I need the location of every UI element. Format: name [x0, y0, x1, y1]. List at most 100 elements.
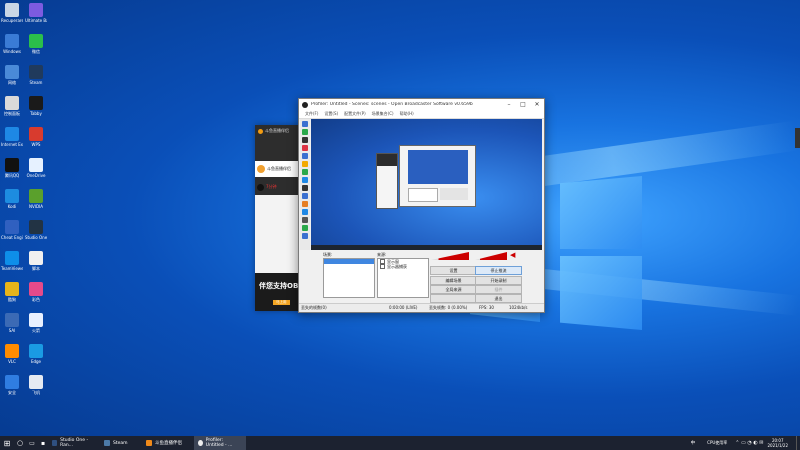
search-icon[interactable]: ○ [14, 439, 26, 447]
color-icon [29, 282, 43, 296]
tool-icon[interactable] [302, 209, 308, 215]
desktop-shortcut[interactable]: Tabby [25, 96, 47, 122]
desktop-shortcut-label: Ultimate Ball [25, 18, 47, 23]
tool-icon[interactable] [302, 169, 308, 175]
exit-button[interactable]: 退出 [475, 294, 522, 303]
show-desktop-button[interactable] [796, 436, 800, 450]
desktop-shortcut[interactable]: 网络 [1, 65, 23, 91]
desktop-shortcut[interactable]: Windows [1, 34, 23, 60]
helper-title: 斗鱼直播伴侣 [265, 128, 289, 133]
plugins-button-2[interactable] [430, 294, 477, 303]
logo-pane-br [560, 256, 642, 330]
desktop-shortcut[interactable]: NVIDIA [25, 189, 47, 215]
clock[interactable]: 20:07 2021/1/22 [767, 438, 788, 448]
banner-button[interactable]: 马上用 [273, 300, 290, 305]
scene-item-selected[interactable] [324, 259, 374, 264]
desktop-shortcut[interactable]: Cheat Engine [1, 220, 23, 246]
start-button[interactable]: ⊞ [0, 436, 14, 450]
desktop-shortcut[interactable]: Edge [25, 344, 47, 370]
preview-taskbar [311, 245, 542, 250]
tool-icon[interactable] [302, 193, 308, 199]
start-record-button[interactable]: 开始录制 [475, 276, 522, 285]
stop-stream-button[interactable]: 停止推流 [475, 266, 522, 275]
menu-help[interactable]: 帮助(H) [400, 111, 414, 117]
menu-settings[interactable]: 设置(S) [324, 111, 338, 117]
sources-list[interactable]: 显示窗 显示器捕获 [377, 258, 429, 298]
desktop-shortcut-label: Windows [3, 49, 21, 54]
desktop-shortcut[interactable]: TeamViewer [1, 251, 23, 277]
tool-icon[interactable] [302, 201, 308, 207]
tool-icon[interactable] [302, 185, 308, 191]
taskbar-app-obs[interactable]: Profiler: Untitled - ... [194, 436, 246, 450]
speaker-icon[interactable]: ◀ [510, 252, 517, 259]
maximize-icon[interactable]: □ [516, 101, 530, 108]
checkbox-icon[interactable] [380, 264, 385, 269]
ie-icon [5, 127, 19, 141]
scenes-list[interactable] [323, 258, 375, 298]
taskbar-app-helper[interactable]: 斗鱼直播伴侣 [142, 436, 194, 450]
source-item[interactable]: 显示器捕获 [378, 264, 428, 269]
tool-icon[interactable] [302, 121, 308, 127]
edge-widget[interactable] [795, 128, 800, 148]
desktop-shortcut[interactable]: Steam [25, 65, 47, 91]
tool-icon[interactable] [302, 137, 308, 143]
close-icon[interactable]: ✕ [530, 101, 544, 108]
taskbar-app-steam[interactable]: Steam [100, 436, 142, 450]
desktop-shortcut[interactable]: Internet Explorer [1, 127, 23, 153]
menu-scene-collection[interactable]: 场景集合(C) [372, 111, 394, 117]
cone-icon [5, 344, 19, 358]
status-time: 0:00:00 (LIVE) [389, 305, 418, 310]
script-icon [29, 251, 43, 265]
desktop-shortcut[interactable]: Ultimate Ball [25, 3, 47, 29]
mic-volume-meter[interactable] [431, 252, 469, 260]
tray-icons[interactable]: ⌃ ▭ ◔ ◐ ✉ [735, 440, 763, 446]
desktop-shortcut[interactable]: WPS [25, 127, 47, 153]
edit-scene-button[interactable]: 编辑场景 [430, 276, 477, 285]
tool-icon[interactable] [302, 129, 308, 135]
folder-icon[interactable]: ▪ [38, 440, 48, 447]
tool-icon[interactable] [302, 217, 308, 223]
desktop-shortcut[interactable]: SAI [1, 313, 23, 339]
desktop-shortcut[interactable]: 脚本 [25, 251, 47, 277]
desktop-shortcut[interactable]: 控制面板 [1, 96, 23, 122]
desktop-shortcut-label: 腾讯QQ [4, 173, 20, 178]
desktop-shortcut[interactable]: Kodi [1, 189, 23, 215]
menu-profile[interactable]: 配置文件(P) [344, 111, 366, 117]
desktop-shortcut[interactable]: Studio One [25, 220, 47, 246]
obs-window[interactable]: Profiler: Untitled - Scenes: scenes - Op… [298, 98, 545, 313]
tool-icon[interactable] [302, 225, 308, 231]
desktop-shortcut-label: 微信 [32, 49, 40, 54]
plugins-button[interactable]: 插件 [475, 285, 522, 294]
desktop-shortcut[interactable]: 微信 [25, 34, 47, 60]
taskbar-app-studio[interactable]: Studio One - Ran... [48, 436, 100, 450]
desktop-shortcut-label: Tabby [30, 111, 42, 116]
desktop-shortcut-label: NVIDIA [29, 204, 43, 209]
desktop-shortcut-label: Studio One [25, 235, 47, 240]
task-view-icon[interactable]: ▭ [26, 440, 38, 447]
tool-icon[interactable] [302, 233, 308, 239]
desktop-shortcut[interactable]: 飞机 [25, 375, 47, 401]
minimize-icon[interactable]: – [502, 101, 516, 108]
language-indicator[interactable]: 中 [691, 440, 696, 446]
global-sources-button[interactable]: 全局来源 [430, 285, 477, 294]
desktop-shortcut[interactable]: 腾讯QQ [1, 158, 23, 184]
stream-preview[interactable] [311, 119, 542, 250]
tool-icon[interactable] [302, 177, 308, 183]
settings-button[interactable]: 设置 [430, 266, 477, 275]
tool-icon[interactable] [302, 161, 308, 167]
title-bar[interactable]: Profiler: Untitled - Scenes: scenes - Op… [299, 99, 544, 110]
desktop-shortcut[interactable]: Recuperare [1, 3, 23, 29]
status-bar: 丢失的帧数(0) 0:00:00 (LIVE) 丢失帧数: 0 (0.00%) … [299, 303, 544, 312]
obs-icon [198, 440, 203, 446]
desktop-shortcut[interactable]: 火箭 [25, 313, 47, 339]
desktop-shortcut[interactable]: VLC [1, 344, 23, 370]
menu-file[interactable]: 文件(F) [305, 111, 318, 117]
desktop-shortcut[interactable]: OneDrive [25, 158, 47, 184]
tool-icon[interactable] [302, 145, 308, 151]
tool-icon[interactable] [302, 153, 308, 159]
desktop-shortcut[interactable]: 安全 [1, 375, 23, 401]
desktop-volume-meter[interactable] [475, 252, 507, 260]
desktop-shortcut[interactable]: 酷狗 [1, 282, 23, 308]
desktop-shortcut[interactable]: 彩色 [25, 282, 47, 308]
side-toolbar [300, 119, 310, 250]
